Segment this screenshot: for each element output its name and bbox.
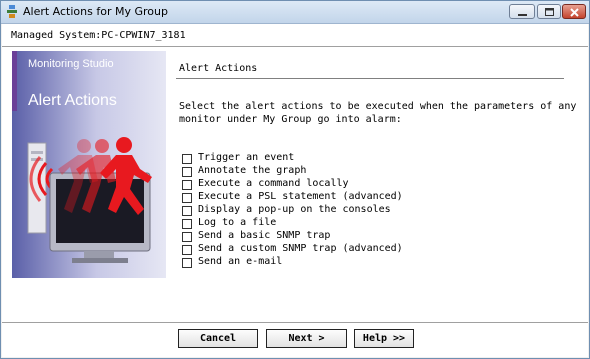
minimize-icon bbox=[518, 14, 527, 16]
checkbox[interactable] bbox=[182, 219, 192, 229]
checkbox[interactable] bbox=[182, 232, 192, 242]
checkbox[interactable] bbox=[182, 193, 192, 203]
dialog-content: Managed System:PC-CPWIN7_3181 Monitoring… bbox=[2, 24, 588, 357]
title-bar[interactable]: Alert Actions for My Group bbox=[1, 1, 589, 24]
footer-divider bbox=[2, 322, 588, 323]
checkbox[interactable] bbox=[182, 154, 192, 164]
minimize-button[interactable] bbox=[509, 4, 535, 19]
maximize-button[interactable] bbox=[537, 4, 561, 19]
checkbox[interactable] bbox=[182, 180, 192, 190]
checkbox-label: Trigger an event bbox=[198, 152, 295, 163]
cancel-button[interactable]: Cancel bbox=[178, 329, 258, 348]
close-button[interactable] bbox=[562, 4, 586, 19]
checkbox[interactable] bbox=[182, 258, 192, 268]
checkbox[interactable] bbox=[182, 206, 192, 216]
checkbox[interactable] bbox=[182, 167, 192, 177]
checkbox-label: Send an e-mail bbox=[198, 256, 283, 267]
managed-system-label: Managed System:PC-CPWIN7_3181 bbox=[11, 30, 186, 41]
close-icon bbox=[570, 8, 579, 17]
checkbox-label: Execute a command locally bbox=[198, 178, 349, 189]
section-divider bbox=[176, 78, 564, 79]
header-divider bbox=[2, 46, 588, 47]
window-title: Alert Actions for My Group bbox=[23, 5, 168, 18]
alert-actions-window: Alert Actions for My Group Managed Syste… bbox=[0, 0, 590, 359]
checkbox[interactable] bbox=[182, 245, 192, 255]
checkbox-label: Execute a PSL statement (advanced) bbox=[198, 191, 403, 202]
checkbox-label: Send a basic SNMP trap bbox=[198, 230, 331, 241]
wizard-banner: Monitoring Studio Alert Actions bbox=[12, 51, 166, 278]
checkbox-label: Annotate the graph bbox=[198, 165, 307, 176]
help-button[interactable]: Help >> bbox=[354, 329, 414, 348]
section-title: Alert Actions bbox=[179, 63, 258, 74]
checkbox-label: Log to a file bbox=[198, 217, 277, 228]
next-button[interactable]: Next > bbox=[266, 329, 347, 348]
instructions-text: Select the alert actions to be executed … bbox=[179, 101, 577, 125]
checkbox-label: Send a custom SNMP trap (advanced) bbox=[198, 243, 403, 254]
maximize-icon bbox=[545, 8, 554, 16]
checkbox-label: Display a pop-up on the consoles bbox=[198, 204, 391, 215]
monitor-alert-illustration bbox=[27, 137, 152, 263]
app-icon bbox=[7, 5, 17, 18]
